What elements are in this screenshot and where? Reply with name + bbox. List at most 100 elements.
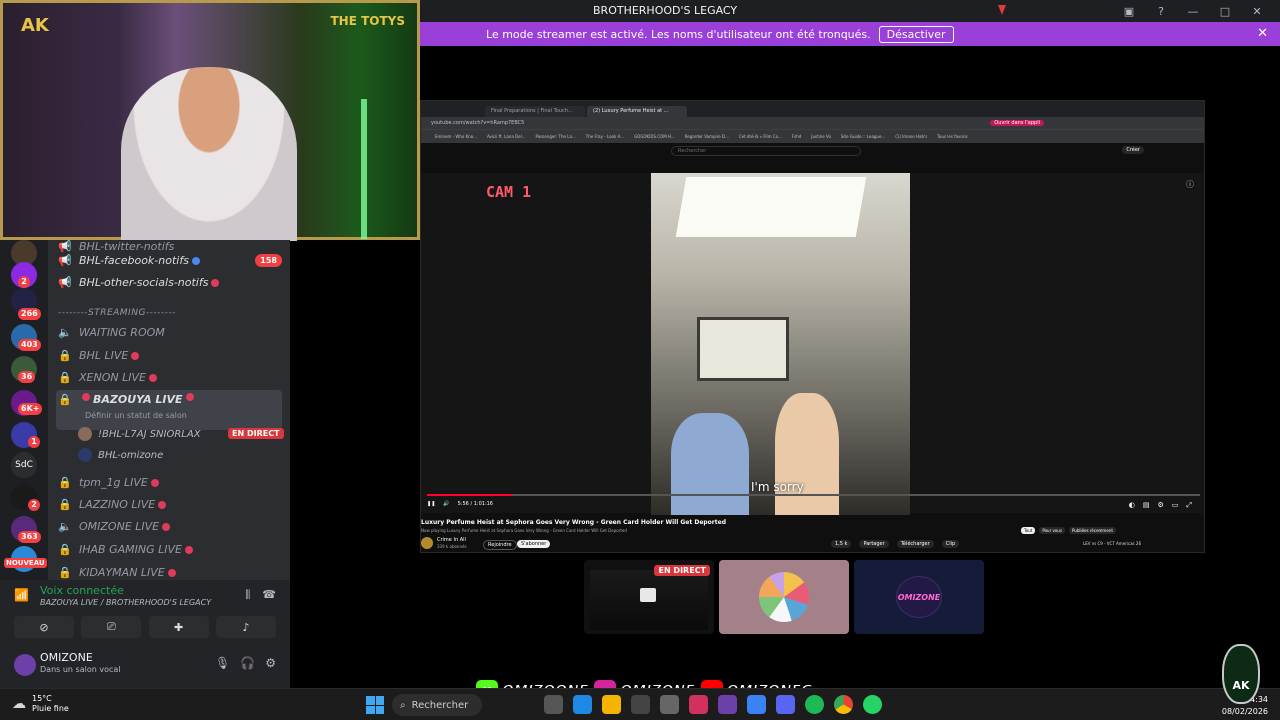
screen-share-icon[interactable]: ▣ [1116, 2, 1142, 20]
captions-icon[interactable]: ▤ [1143, 501, 1150, 510]
channel-facebook-notifs[interactable]: 📢 BHL-facebook-notifs 158 [56, 250, 282, 271]
info-icon[interactable]: ⓘ [1186, 179, 1194, 190]
camera-off-button[interactable]: ⊘ [14, 616, 74, 638]
spotify-icon[interactable] [805, 695, 824, 714]
voice-channel[interactable]: 🔈 OMIZONE LIVE [56, 516, 282, 537]
bookmark[interactable]: Cet été-là » Film Co... [739, 134, 782, 139]
help-icon[interactable]: ? [1148, 2, 1174, 20]
disable-streamer-mode-button[interactable]: Désactiver [878, 25, 954, 43]
edge-icon[interactable] [573, 695, 592, 714]
video-player[interactable]: CAM 1 ⓘ I'm sorry ❚❚ 🔊 5:56 / 1:01:16 ◐ … [421, 173, 1204, 515]
server-badge: 2 [28, 499, 40, 511]
voice-channel[interactable]: 🔒 XENON LIVE [56, 367, 282, 388]
screen-share-button[interactable]: ⎚ [81, 616, 142, 638]
bookmark[interactable]: Regarder Vampire D... [685, 134, 729, 139]
soundboard-button[interactable]: ♪ [215, 616, 276, 638]
chip-recent[interactable]: Publiées récemment [1068, 527, 1116, 534]
voice-user[interactable]: BHL-omizone [78, 445, 163, 465]
disconnect-icon[interactable]: ☎ [262, 588, 276, 602]
app-icon[interactable] [747, 695, 766, 714]
clip-button[interactable]: Clip [941, 540, 960, 548]
create-button[interactable]: Créer [1122, 146, 1144, 154]
voice-channel[interactable]: 🔒 BHL LIVE [56, 345, 282, 366]
app-icon[interactable] [689, 695, 708, 714]
bookmark[interactable]: Avicii ft. Lana Del... [487, 134, 526, 139]
app-icon[interactable] [660, 695, 679, 714]
fullscreen-icon[interactable]: ⤢ [1186, 501, 1192, 510]
close-button[interactable]: ✕ [1244, 2, 1270, 20]
bookmark[interactable]: (1) Imane Hab's [895, 134, 927, 139]
voice-channel[interactable]: 🔒 tpm_1g LIVE [56, 472, 282, 493]
bookmarks-bar: Eminem - Who Kno... Avicii ft. Lana Del.… [421, 129, 1204, 143]
voice-status[interactable]: Voix connectée [40, 584, 124, 597]
channel-avatar[interactable] [421, 537, 433, 549]
chip-all[interactable]: Tout [1021, 527, 1036, 534]
bookmark[interactable]: GOGOKIDS.COM H... [634, 134, 675, 139]
address-bar[interactable]: youtube.com/watch?v=hRamp7EBC5 Ouvrir da… [421, 117, 1204, 129]
download-button[interactable]: Télécharger [896, 540, 934, 548]
bookmark[interactable]: Justine Vo [811, 134, 831, 139]
app-icon[interactable] [718, 695, 737, 714]
share-button[interactable]: Partager [859, 540, 889, 548]
join-button[interactable]: Rejoindre [483, 540, 517, 550]
voice-channel[interactable]: 🔒 IHAB GAMING LIVE [56, 539, 282, 560]
bookmark[interactable]: Site Guide :: League... [841, 134, 885, 139]
autoplay-toggle[interactable]: ◐ [1129, 501, 1135, 510]
bookmark[interactable]: Passenger: The La... [536, 134, 576, 139]
browser-tab-active[interactable]: (2) Luxury Perfume Heist at ... [587, 106, 687, 117]
channel-other-socials-notifs[interactable]: 📢 BHL-other-socials-notifs [56, 272, 282, 293]
subscribe-button[interactable]: S'abonner [517, 540, 551, 548]
avatar[interactable] [14, 654, 36, 676]
banner-close-icon[interactable]: ✕ [1257, 26, 1268, 41]
gear-icon[interactable]: ⚙ [265, 656, 276, 670]
username[interactable]: OMIZONE [40, 651, 93, 664]
chrome-icon[interactable] [834, 695, 853, 714]
like-button[interactable]: 1,5 k [831, 540, 852, 548]
voice-channel[interactable]: 🔒 LAZZINO LIVE [56, 494, 282, 515]
video-frame [651, 173, 910, 515]
pause-icon[interactable]: ❚❚ [427, 501, 435, 507]
voice-connection-panel: 📶 Voix connectée BAZOUYA LIVE / BROTHERH… [0, 580, 290, 642]
theater-icon[interactable]: ▭ [1172, 501, 1179, 510]
open-in-app-button[interactable]: Ouvrir dans l'appli [990, 120, 1044, 126]
video-progress-bar[interactable] [427, 494, 1200, 496]
maximize-button[interactable]: □ [1212, 2, 1238, 20]
minimize-button[interactable]: — [1180, 2, 1206, 20]
discord-icon[interactable] [776, 695, 795, 714]
noise-suppression-icon[interactable]: ⫼ [245, 588, 250, 602]
server-text-icon[interactable]: SdC [11, 452, 37, 478]
stream-tile-omizone[interactable]: OMIZONE [854, 560, 984, 634]
voice-user[interactable]: !BHL-L7AJ SNIORLAX [78, 424, 201, 444]
start-button[interactable] [366, 696, 384, 714]
whatsapp-icon[interactable] [863, 695, 882, 714]
chip-for-you[interactable]: Pour vous [1039, 527, 1065, 534]
recommended-video-title[interactable]: LEV vs C9 - VCT Americas 26 [1083, 541, 1141, 546]
bookmark[interactable]: Eminem - Who Kno... [435, 134, 477, 139]
volume-icon[interactable]: 🔊 [443, 501, 449, 507]
channel-name[interactable]: Crime In All [437, 537, 466, 543]
app-icon[interactable] [631, 695, 650, 714]
announcement-icon: 📢 [58, 254, 72, 267]
activities-button[interactable]: ✚ [148, 616, 209, 638]
browser-tab[interactable]: Final Preparations | Final Touch... [485, 106, 585, 117]
signal-icon[interactable]: 📶 [14, 588, 29, 602]
headphones-icon[interactable]: 🎧 [240, 656, 255, 670]
app-icon[interactable] [544, 695, 563, 714]
lock-icon: 🔒 [58, 566, 72, 579]
taskbar-search[interactable]: ⌕ Rechercher [392, 694, 482, 716]
url-text[interactable]: youtube.com/watch?v=hRamp7EBC5 [431, 120, 524, 126]
microphone-icon[interactable]: 🎙 [215, 656, 230, 670]
channel-waiting-room[interactable]: 🔈 WAITING ROOM [56, 322, 282, 343]
settings-icon[interactable]: ⚙ [1157, 501, 1163, 510]
stream-tile-live[interactable]: EN DIRECT [584, 560, 714, 634]
bookmark[interactable]: The Fray - Look A... [586, 134, 624, 139]
stream-tile-avatar[interactable] [719, 560, 849, 634]
weather-widget[interactable]: ☁ 15°C Pluie fine [12, 694, 69, 714]
channel-status[interactable]: Définir un statut de salon [85, 411, 187, 420]
category-streaming[interactable]: --------STREAMING-------- [58, 308, 176, 318]
bookmark-all[interactable]: Tous les favoris [937, 134, 968, 139]
voice-channel[interactable]: 🔒 KIDAYMAN LIVE [56, 562, 282, 580]
youtube-search-input[interactable]: Rechercher [671, 146, 861, 156]
bookmark[interactable]: Fshd [792, 134, 801, 139]
file-explorer-icon[interactable] [602, 695, 621, 714]
